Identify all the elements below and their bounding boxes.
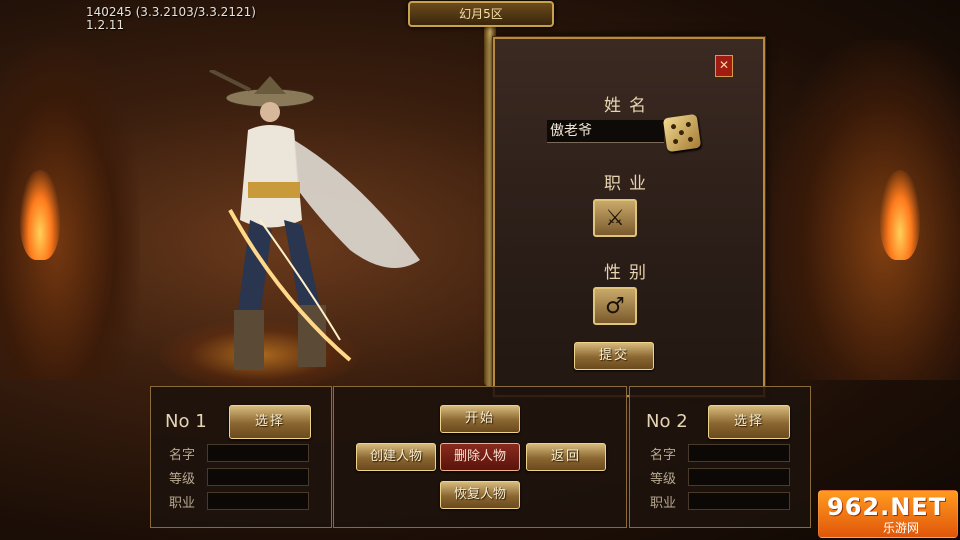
class-warrior-button[interactable]: ⚔ xyxy=(593,199,637,237)
character-slot-1-panel: No 1 选择 名字 等级 职业 xyxy=(150,386,332,528)
slot-1-number: No 1 xyxy=(165,411,207,432)
slot-1-level-label: 等级 xyxy=(169,472,196,487)
character-slot-2-panel: No 2 选择 名字 等级 职业 xyxy=(629,386,811,528)
name-label: 姓名 xyxy=(604,96,654,116)
slot-2-class-value xyxy=(688,492,790,510)
create-character-dialog: ✕ 姓名 傲老爷 职业 ⚔ 性别 ♂ 提交 xyxy=(493,37,765,397)
version-info: 140245 (3.3.2103/3.3.2121) 1.2.11 xyxy=(86,6,256,32)
slot-2-no-value: 2 xyxy=(676,411,688,432)
start-button[interactable]: 开始 xyxy=(440,405,520,433)
male-symbol-icon: ♂ xyxy=(605,293,625,319)
client-version: 1.2.11 xyxy=(86,18,125,32)
slot-1-class-label: 职业 xyxy=(169,496,196,511)
site-watermark-logo: 962.NET 乐游网 xyxy=(818,490,958,538)
slot-2-level-value xyxy=(688,468,790,486)
actions-panel: 开始 创建人物 删除人物 返回 恢复人物 xyxy=(333,386,627,528)
class-label: 职业 xyxy=(604,174,654,194)
slot-1-class-value xyxy=(207,492,309,510)
slot-2-level-label: 等级 xyxy=(650,472,677,487)
slot-2-name-value xyxy=(688,444,790,462)
slot-1-no-label: No xyxy=(165,411,190,432)
gender-male-button[interactable]: ♂ xyxy=(593,287,637,325)
slot-2-name-label: 名字 xyxy=(650,448,677,463)
watermark-main-text: 962.NET xyxy=(827,493,947,521)
right-brazier-fire xyxy=(880,170,920,260)
random-name-dice-icon[interactable] xyxy=(662,113,702,153)
slot-2-no-label: No xyxy=(646,411,671,432)
create-character-button[interactable]: 创建人物 xyxy=(356,443,436,471)
slot-1-level-value xyxy=(207,468,309,486)
right-dragon-decoration xyxy=(770,40,960,380)
slot-2-class-label: 职业 xyxy=(650,496,677,511)
slot-2-select-button[interactable]: 选择 xyxy=(708,405,790,439)
close-icon[interactable]: ✕ xyxy=(715,55,733,77)
restore-character-button[interactable]: 恢复人物 xyxy=(440,481,520,509)
back-button[interactable]: 返回 xyxy=(526,443,606,471)
delete-character-button[interactable]: 删除人物 xyxy=(440,443,520,471)
slot-2-number: No 2 xyxy=(646,411,688,432)
slot-1-select-button[interactable]: 选择 xyxy=(229,405,311,439)
warrior-character-model xyxy=(209,70,420,370)
sword-icon: ⚔ xyxy=(605,205,625,231)
slot-1-name-label: 名字 xyxy=(169,448,196,463)
slot-1-no-value: 1 xyxy=(195,411,207,432)
watermark-sub-text: 乐游网 xyxy=(883,521,920,535)
submit-button[interactable]: 提交 xyxy=(574,342,654,370)
server-name-banner: 幻月5区 xyxy=(408,1,554,27)
slot-1-name-value xyxy=(207,444,309,462)
gender-label: 性别 xyxy=(604,263,654,283)
character-name-field[interactable]: 傲老爷 xyxy=(547,120,664,143)
left-brazier-fire xyxy=(20,170,60,260)
